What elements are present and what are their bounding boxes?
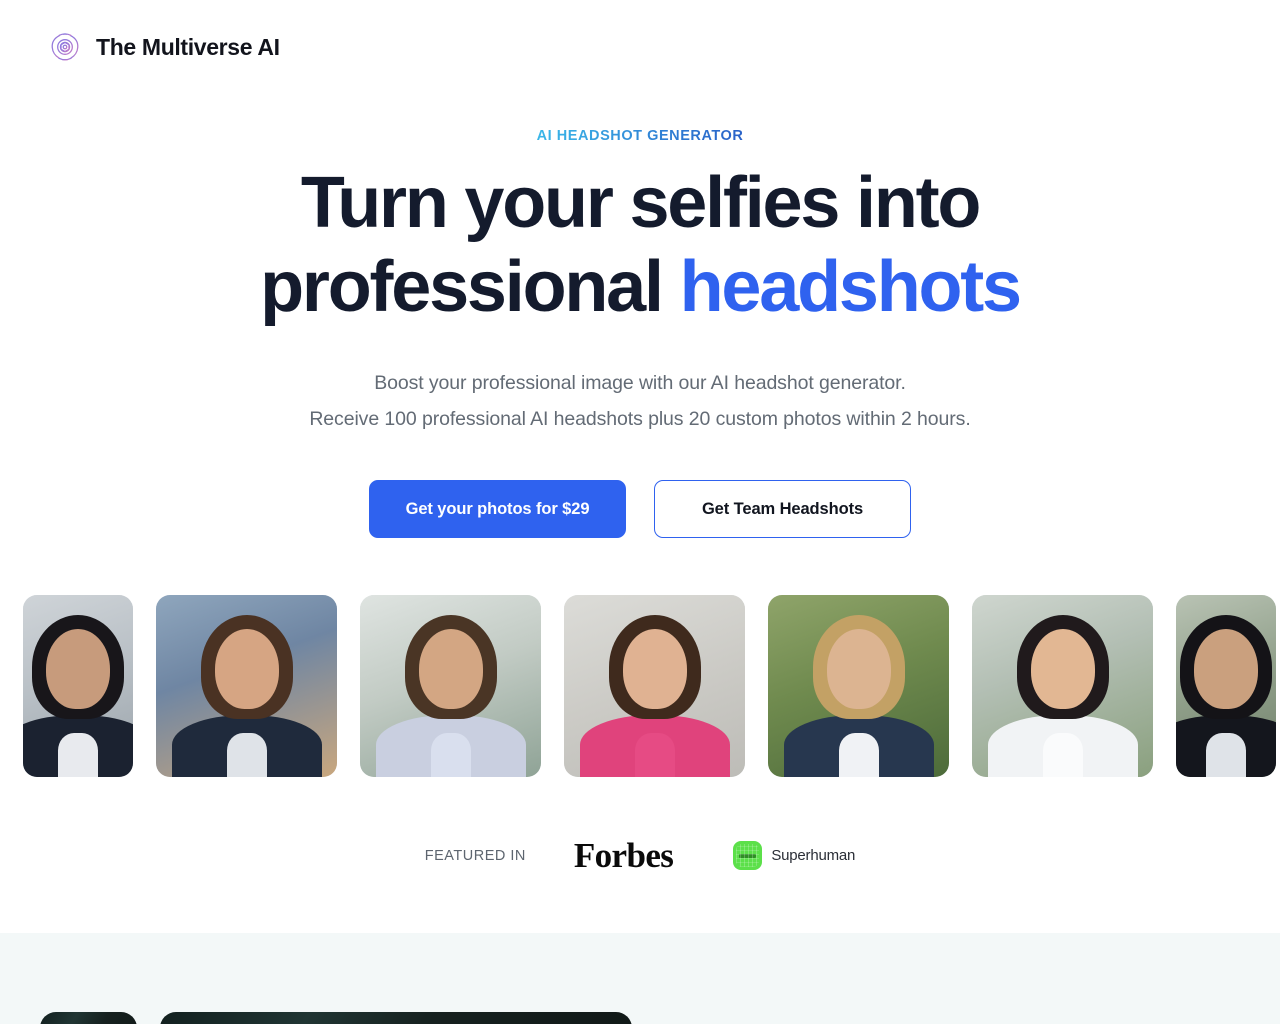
photo-subject-shirt (838, 733, 879, 777)
photo-subject-shirt (634, 733, 675, 777)
site-header: The Multiverse AI (0, 0, 1280, 94)
headline-line-1: Turn your selfies into (300, 163, 982, 243)
headline-accent-word: headshots (679, 247, 1022, 327)
peek-card-small[interactable] (40, 1012, 137, 1024)
headshot-photo[interactable] (23, 595, 133, 777)
eyebrow-wrapper: AI HEADSHOT GENERATOR (0, 94, 1280, 145)
multiverse-hex-swirl-icon (51, 33, 79, 61)
photo-subject-face (418, 629, 483, 709)
peek-card-large[interactable] (160, 1012, 632, 1024)
page-title: Turn your selfies into professional head… (0, 161, 1280, 329)
sample-headshots-carousel[interactable] (0, 595, 1280, 779)
hero-section: AI HEADSHOT GENERATOR Turn your selfies … (0, 94, 1280, 538)
photo-subject-shirt (430, 733, 471, 777)
photo-subject-face (1030, 629, 1095, 709)
photo-subject-face (622, 629, 687, 709)
brand-name: The Multiverse AI (96, 33, 280, 60)
next-section-peek (0, 933, 1280, 1024)
headline-line-2-plain: professional (260, 247, 680, 327)
headshot-photo[interactable] (156, 595, 337, 777)
photo-subject-shirt (226, 733, 267, 777)
photo-subject-face (214, 629, 279, 709)
superhuman-logo: Superhuman (733, 841, 855, 870)
subhead-line-2: Receive 100 professional AI headshots pl… (309, 408, 971, 430)
photo-subject-face (1194, 629, 1258, 709)
hero-subhead: Boost your professional image with our A… (0, 365, 1280, 437)
featured-in-bar: FEATURED IN Forbes Superhuman (0, 838, 1280, 873)
photo-subject-face (46, 629, 110, 709)
headshot-photo[interactable] (972, 595, 1153, 777)
headshot-photo[interactable] (564, 595, 745, 777)
brand-logo-link[interactable]: The Multiverse AI (48, 30, 280, 64)
hero-eyebrow: AI HEADSHOT GENERATOR (536, 128, 744, 144)
superhuman-chip-icon (733, 841, 763, 870)
forbes-logo: Forbes (573, 836, 674, 875)
headshot-photo[interactable] (1176, 595, 1276, 777)
headshot-photo[interactable] (768, 595, 949, 777)
photo-subject-shirt (1042, 733, 1083, 777)
featured-in-label: FEATURED IN (424, 847, 526, 864)
superhuman-label: Superhuman (771, 847, 856, 864)
landing-page: The Multiverse AI AI HEADSHOT GENERATOR … (0, 0, 1280, 1024)
cta-row: Get your photos for $29 Get Team Headsho… (0, 480, 1280, 538)
headshot-photo[interactable] (360, 595, 541, 777)
subhead-line-1: Boost your professional image with our A… (374, 372, 906, 394)
photo-subject-shirt (58, 733, 98, 777)
get-team-headshots-button[interactable]: Get Team Headshots (654, 480, 911, 538)
photo-subject-shirt (1206, 733, 1246, 777)
photo-subject-face (826, 629, 891, 709)
get-photos-button[interactable]: Get your photos for $29 (369, 480, 626, 538)
